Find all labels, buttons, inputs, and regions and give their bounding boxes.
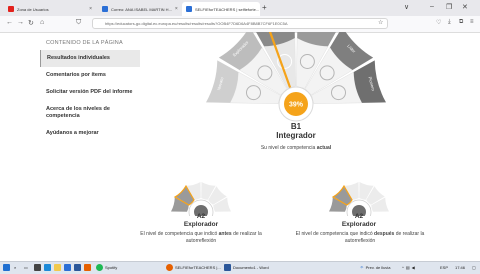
- bookmark-star-icon[interactable]: ☆: [378, 19, 383, 26]
- weather-widget[interactable]: ☂ Prev. de lluvia: [360, 262, 390, 272]
- back-icon[interactable]: ←: [6, 19, 13, 26]
- before-level-name: Explorador: [183, 221, 219, 228]
- menu-icon[interactable]: ≡: [470, 19, 474, 25]
- tab-title: Correo: ANA ISABEL MARTIN H...: [111, 6, 172, 12]
- tab-title: Zona de Usuarios: [17, 6, 49, 12]
- tab-favicon-icon: [8, 6, 14, 12]
- spotify-icon: [96, 263, 103, 271]
- note-bold-text: actual: [316, 145, 332, 151]
- before-desc-prefix: El nivel de competencia que indicó: [140, 231, 219, 237]
- network-icon: ▤: [405, 264, 410, 270]
- taskbar-app-label: Documento1 - Word: [233, 264, 269, 270]
- taskbar-word-icon[interactable]: [74, 262, 81, 272]
- sidebar-item-niveles[interactable]: Acerca de los niveles de competencia: [40, 101, 140, 125]
- maximize-button[interactable]: ❐: [446, 3, 452, 11]
- windows-logo-icon: [3, 263, 10, 271]
- sidebar-item-pdf[interactable]: Solicitar versión PDF del informe: [40, 84, 140, 101]
- tab-list-button[interactable]: ∨: [404, 3, 409, 11]
- close-tab-icon[interactable]: ×: [89, 6, 92, 12]
- taskbar-word-window[interactable]: Documento1 - Word: [224, 262, 269, 272]
- tab-favicon-icon: [186, 6, 192, 12]
- sidebar-item-resultados[interactable]: Resultados individuales: [40, 50, 140, 67]
- tab-correo[interactable]: Correo: ANA ISABEL MARTIN H... ×: [98, 2, 180, 16]
- tab-title: SELFIEforTEACHERS | selfieforte...: [195, 6, 260, 12]
- volume-icon: ◀: [411, 264, 415, 270]
- taskbar-app-label: Spotify: [105, 264, 118, 270]
- taskbar-app-icon[interactable]: [34, 262, 41, 272]
- clock[interactable]: 17:46: [455, 262, 465, 272]
- tab-selfie[interactable]: SELFIEforTEACHERS | selfieforte... ×: [182, 2, 260, 16]
- system-tray-icons[interactable]: ^ ▤ ◀: [402, 262, 415, 272]
- address-bar[interactable]: https://educators-go.digital.ec.europa.e…: [92, 18, 388, 29]
- competence-gauge: NovatoExploradorIntegradorExpertoLíderPi…: [206, 32, 386, 122]
- tab-zona-usuarios[interactable]: Zona de Usuarios ×: [4, 2, 96, 16]
- after-desc-bold: después: [374, 231, 395, 237]
- before-desc-bold: antes: [218, 231, 232, 237]
- taskbar-edge-icon[interactable]: [44, 262, 51, 272]
- sidebar-item-ayudanos[interactable]: Ayúdanos a mejorar: [40, 125, 140, 142]
- after-desc-suffix: de realizar la: [394, 231, 425, 237]
- before-gauge: [171, 182, 231, 216]
- taskbar-selfie-window[interactable]: SELFIEforTEACHERS |...: [166, 262, 221, 272]
- before-level: A2: [196, 213, 206, 220]
- downloads-icon[interactable]: ⤓: [448, 19, 451, 26]
- after-desc-prefix: El nivel de competencia que indicó: [295, 231, 375, 237]
- note-text: Su nivel de competencia: [260, 145, 317, 151]
- weather-label: Prev. de lluvia: [365, 264, 391, 270]
- before-desc-suffix: de realizar la: [231, 231, 262, 237]
- start-button[interactable]: [3, 262, 10, 272]
- firefox-icon: [166, 263, 173, 271]
- taskbar-app-label: SELFIEforTEACHERS |...: [175, 264, 221, 270]
- notifications-icon[interactable]: ▢: [472, 262, 476, 272]
- reload-icon[interactable]: ↻: [28, 19, 34, 27]
- after-gauge: [329, 182, 389, 216]
- before-description: El nivel de competencia que indicó antes…: [136, 231, 266, 245]
- taskbar-firefox-icon[interactable]: [84, 262, 91, 272]
- word-icon: [224, 263, 231, 271]
- new-tab-button[interactable]: +: [262, 3, 267, 12]
- close-tab-icon[interactable]: ×: [175, 6, 178, 12]
- pocket-icon[interactable]: ♡: [436, 19, 441, 26]
- page-contents-sidebar: CONTENIDO DE LA PÁGINA Resultados indivi…: [40, 34, 140, 142]
- search-icon[interactable]: ⌕: [14, 262, 16, 272]
- after-description: El nivel de competencia que indicó despu…: [292, 231, 428, 245]
- tray-chevron-icon: ^: [402, 264, 404, 270]
- taskbar-files-icon[interactable]: [54, 262, 61, 272]
- competence-level-note: Su nivel de competencia actual: [226, 145, 366, 151]
- language-indicator[interactable]: ESP: [440, 262, 448, 272]
- tab-favicon-icon: [102, 6, 108, 12]
- competence-level: B1: [290, 122, 302, 131]
- sidebar-item-comentarios[interactable]: Comentarios por ítems: [40, 67, 140, 84]
- before-desc-line2: autorreflexión: [185, 238, 217, 244]
- task-view-icon[interactable]: ▭: [24, 262, 28, 272]
- close-window-button[interactable]: ✕: [462, 3, 468, 11]
- home-icon[interactable]: ⌂: [40, 19, 44, 26]
- forward-icon[interactable]: →: [17, 19, 24, 26]
- after-level: A2: [354, 213, 364, 220]
- after-desc-line2: autorreflexión: [344, 238, 376, 244]
- taskbar-mail-icon[interactable]: [64, 262, 71, 272]
- minimize-button[interactable]: –: [430, 3, 434, 10]
- weather-icon: ☂: [360, 264, 364, 270]
- competence-level-name: Integrador: [276, 131, 316, 140]
- shield-icon[interactable]: ⛉: [76, 19, 81, 27]
- gauge-percent-label: 39%: [289, 102, 304, 109]
- taskbar-spotify[interactable]: Spotify: [96, 262, 117, 272]
- after-level-name: Explorador: [341, 221, 377, 228]
- url-text: https://educators-go.digital.ec.europa.e…: [105, 21, 288, 26]
- extensions-icon[interactable]: ⧉: [459, 19, 463, 26]
